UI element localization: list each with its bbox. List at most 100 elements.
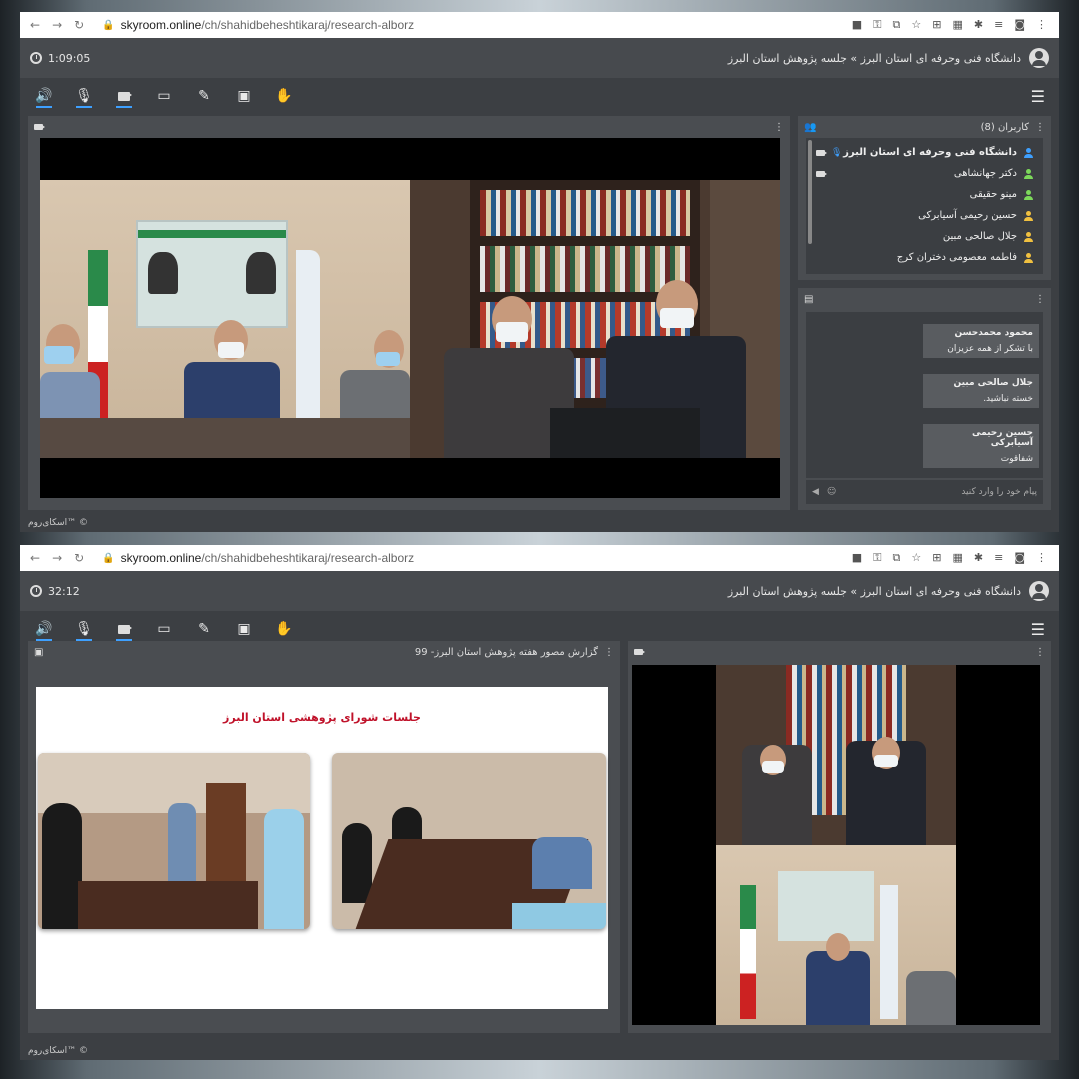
back-icon[interactable]: ← <box>30 551 40 565</box>
screen-share-icon[interactable]: ▭ <box>154 619 174 639</box>
user-avatar-icon[interactable] <box>1029 48 1049 68</box>
emoji-icon[interactable]: ☺ <box>827 487 836 497</box>
brand-footer: اسکای‌روم™ © <box>28 518 88 528</box>
brush-icon[interactable]: ✎ <box>194 86 214 106</box>
screenshot-bottom: ← → ↻ 🔒 skyroom.online/ch/shahidbeheshti… <box>20 545 1059 1060</box>
side-video-panel: ⋮ <box>628 641 1051 1033</box>
reload-icon[interactable]: ↻ <box>74 551 84 565</box>
chat-placeholder: پیام خود را وارد کنید <box>961 487 1037 497</box>
camera-active-icon <box>816 170 827 177</box>
play-icon[interactable]: ▣ <box>234 86 254 106</box>
screen-share-icon[interactable]: ▭ <box>154 86 174 106</box>
conference-room-left <box>40 180 410 458</box>
panel-menu-icon[interactable]: ⋮ <box>1035 647 1045 658</box>
presentation-panel: ▣ گزارش مصور هفته پژوهش استان البرز- 99 … <box>28 641 620 1033</box>
reload-icon[interactable]: ↻ <box>74 18 84 32</box>
hamburger-icon[interactable]: ☰ <box>1031 620 1045 639</box>
url-path: /ch/shahidbeheshtikaraj/research-alborz <box>201 18 415 32</box>
url-path: /ch/shahidbeheshtikaraj/research-alborz <box>201 551 415 565</box>
grid-icon[interactable]: ▦ <box>952 18 962 32</box>
share-icon[interactable]: ⧉ <box>893 551 901 565</box>
user-list-item[interactable]: جلال صالحی مبین <box>806 226 1033 247</box>
chat-text: خسته نباشید. <box>983 394 1033 404</box>
slide-photo-left <box>38 753 310 929</box>
panel-menu-icon[interactable]: ⋮ <box>1035 122 1045 133</box>
star-icon[interactable]: ☆ <box>911 551 921 565</box>
room-titlebar: 1:09:05 دانشگاه فنی وحرفه ای استان البرز… <box>20 38 1059 78</box>
clock-icon <box>30 52 42 64</box>
share-icon[interactable]: ⧉ <box>893 18 901 32</box>
camera-active-icon <box>816 149 827 156</box>
camera-icon[interactable] <box>114 86 134 108</box>
hamburger-icon[interactable]: ☰ <box>1031 87 1045 106</box>
back-icon[interactable]: ← <box>30 18 40 32</box>
video-feed[interactable] <box>40 138 780 498</box>
chat-messages: محمود محمدحسن با تشکر از همه عزیزان جلال ص… <box>806 312 1043 478</box>
play-icon[interactable]: ▣ <box>234 619 254 639</box>
users-panel-header: 👥 کاربران (8) ⋮ <box>798 116 1051 138</box>
camera-permission-icon[interactable]: ■ <box>852 18 862 32</box>
users-panel-title: کاربران (8) <box>980 121 1029 133</box>
forward-icon[interactable]: → <box>52 18 62 32</box>
browser-address-bar: ← → ↻ 🔒 skyroom.online/ch/shahidbeheshti… <box>20 12 1059 38</box>
star-icon[interactable]: ☆ <box>911 18 921 32</box>
translate-icon[interactable]: ⊞ <box>932 551 941 565</box>
camera-icon[interactable] <box>114 619 134 641</box>
key-icon[interactable]: ⚿ <box>873 551 881 565</box>
room-title: دانشگاه فنی وحرفه ای استان البرز » جلسه … <box>728 48 1049 68</box>
presentation-title: گزارش مصور هفته پژوهش استان البرز- 99 <box>414 646 598 658</box>
playlist-icon[interactable]: ≡ <box>994 551 1003 565</box>
user-icon <box>1023 168 1033 179</box>
profile-avatar-icon[interactable]: ◙ <box>1014 551 1025 565</box>
chat-message: جلال صالحی مبین خسته نباشید. <box>923 374 1039 408</box>
screenshot-top: ← → ↻ 🔒 skyroom.online/ch/shahidbeheshti… <box>20 12 1059 532</box>
speaker-icon[interactable]: 🔊 <box>34 619 54 641</box>
speaker-icon[interactable]: 🔊 <box>34 86 54 108</box>
playlist-icon[interactable]: ≡ <box>994 18 1003 32</box>
lock-icon[interactable]: 🔒 <box>102 20 114 31</box>
chat-sender: جلال صالحی مبین <box>953 378 1033 388</box>
send-icon[interactable]: ◀ <box>812 487 819 497</box>
timer-text: 1:09:05 <box>48 51 91 65</box>
profile-avatar-icon[interactable]: ◙ <box>1014 18 1025 32</box>
translate-icon[interactable]: ⊞ <box>932 18 941 32</box>
room-title: دانشگاه فنی وحرفه ای استان البرز » جلسه … <box>728 581 1049 601</box>
camera-permission-icon[interactable]: ■ <box>852 551 862 565</box>
key-icon[interactable]: ⚿ <box>873 18 881 32</box>
user-list-item[interactable]: دکتر جهانشاهی <box>806 163 1033 184</box>
url-text[interactable]: skyroom.online/ch/shahidbeheshtikaraj/re… <box>121 18 415 32</box>
presentation-panel-header: ▣ گزارش مصور هفته پژوهش استان البرز- 99 … <box>28 641 620 663</box>
url-host: skyroom.online <box>120 551 202 565</box>
extensions-icon[interactable]: ✱ <box>974 18 983 32</box>
user-icon <box>1023 189 1033 200</box>
session-timer: 1:09:05 <box>30 52 90 65</box>
user-list-item[interactable]: فاطمه معصومی دختران کرج <box>806 247 1033 268</box>
chat-panel: ▤ ⋮ محمود محمدحسن با تشکر از همه عزیزان جل… <box>798 288 1051 510</box>
user-list-item[interactable]: مینو حقیقی <box>806 184 1033 205</box>
user-icon <box>1023 147 1033 158</box>
chat-input[interactable]: ◀ ☺ پیام خود را وارد کنید <box>806 480 1043 504</box>
grid-icon[interactable]: ▦ <box>952 551 962 565</box>
kebab-menu-icon[interactable]: ⋮ <box>1036 551 1047 565</box>
panel-menu-icon[interactable]: ⋮ <box>1035 294 1045 305</box>
kebab-menu-icon[interactable]: ⋮ <box>1036 18 1047 32</box>
panel-menu-icon[interactable]: ⋮ <box>604 647 614 658</box>
video-feed[interactable] <box>632 665 1040 1025</box>
user-list-item[interactable]: حسین رحیمی آسیابرکی <box>806 205 1033 226</box>
url-text[interactable]: skyroom.online/ch/shahidbeheshtikaraj/re… <box>121 551 415 565</box>
lock-icon[interactable]: 🔒 <box>102 553 114 564</box>
forward-icon[interactable]: → <box>52 551 62 565</box>
extensions-icon[interactable]: ✱ <box>974 551 983 565</box>
user-list-item[interactable]: دانشگاه فنی وحرفه ای استان البرز 🎙 <box>806 142 1033 163</box>
conference-feed <box>716 845 956 1025</box>
mic-icon[interactable]: 🎙 <box>74 619 94 641</box>
mic-icon[interactable]: 🎙 <box>74 86 94 108</box>
panel-menu-icon[interactable]: ⋮ <box>774 122 784 133</box>
user-avatar-icon[interactable] <box>1029 581 1049 601</box>
hand-icon[interactable]: ✋ <box>274 86 294 106</box>
url-host: skyroom.online <box>120 18 202 32</box>
chat-text: با تشکر از همه عزیزان <box>947 344 1033 354</box>
brush-icon[interactable]: ✎ <box>194 619 214 639</box>
hand-icon[interactable]: ✋ <box>274 619 294 639</box>
room-toolbar: 🔊 🎙 ▭ ✎ ▣ ✋ ☰ <box>20 78 1059 114</box>
